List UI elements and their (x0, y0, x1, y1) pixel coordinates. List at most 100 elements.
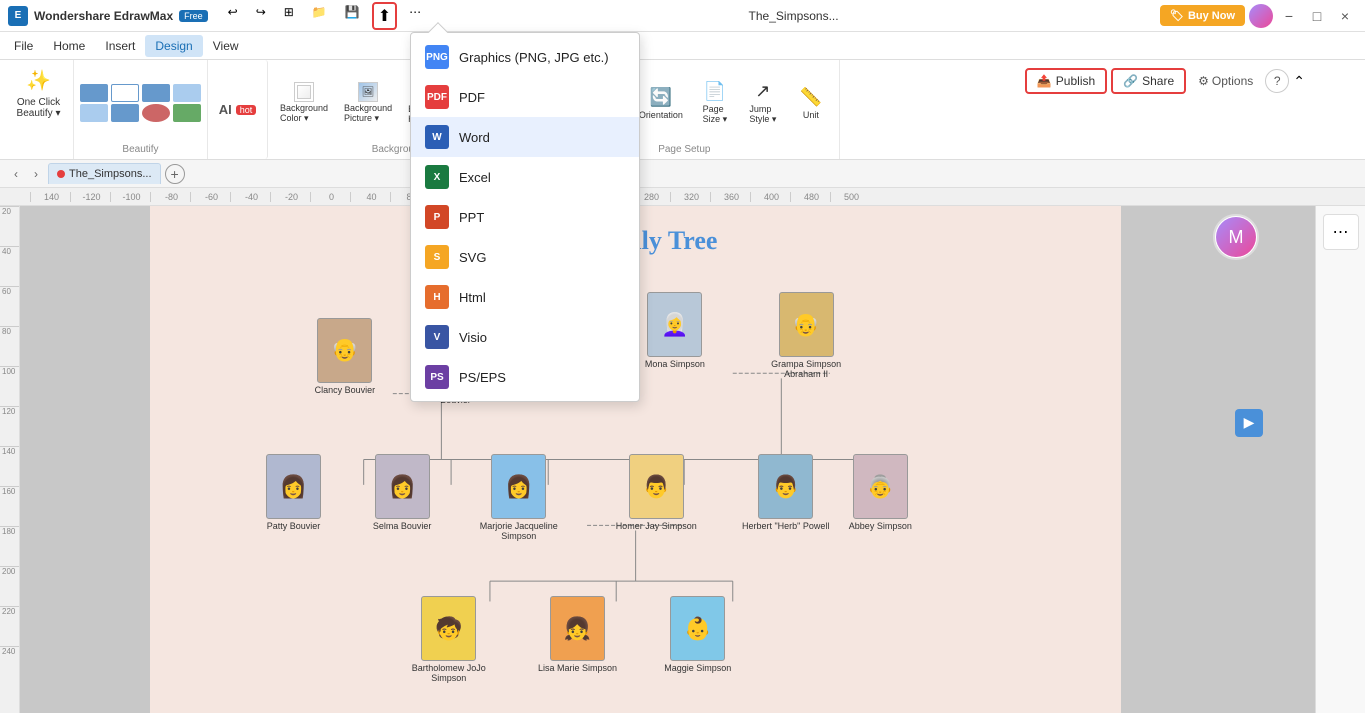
shape-preset-1[interactable] (80, 84, 108, 102)
orientation-button[interactable]: 🔄 Orientation (633, 83, 689, 124)
export-pdf-item[interactable]: PDF PDF (411, 77, 639, 117)
ai-label: AI (219, 102, 232, 117)
open-icon[interactable]: 📁 (306, 2, 333, 30)
export-icon[interactable]: ⬆ (372, 2, 397, 30)
ruler-mark: -60 (190, 192, 230, 202)
tab-simpsons[interactable]: The_Simpsons... (48, 163, 161, 184)
menu-file[interactable]: File (4, 35, 43, 57)
node-abbey[interactable]: 👵 Abbey Simpson (849, 454, 912, 531)
tab-scroll-left[interactable]: ‹ (8, 166, 24, 182)
help-button[interactable]: ? (1265, 69, 1289, 93)
node-herbert[interactable]: 👨 Herbert "Herb" Powell (742, 454, 829, 531)
ruler-mark: -80 (150, 192, 190, 202)
bg-color-label: BackgroundColor ▾ (280, 103, 328, 124)
herbert-label: Herbert "Herb" Powell (742, 521, 829, 531)
node-mona[interactable]: 👩‍🦳 Mona Simpson (645, 292, 705, 369)
minimize-button[interactable]: − (1277, 4, 1301, 28)
more-icon[interactable]: ⋯ (403, 2, 427, 30)
menu-design[interactable]: Design (145, 35, 202, 57)
shape-preset-6[interactable] (111, 104, 139, 122)
tab-label: The_Simpsons... (69, 168, 152, 180)
gear-icon: ⚙ (1198, 74, 1209, 88)
orientation-label: Orientation (639, 110, 683, 120)
jump-style-label: JumpStyle ▾ (749, 104, 776, 125)
export-ppt-item[interactable]: P PPT (411, 197, 639, 237)
close-button[interactable]: × (1333, 4, 1357, 28)
node-grampa[interactable]: 👴 Grampa SimpsonAbraham II (771, 292, 841, 379)
ruler-horizontal: 140 -120 -100 -80 -60 -40 -20 0 40 80 14… (0, 188, 1365, 206)
shape-preset-7[interactable] (142, 104, 170, 122)
pdf-label: PDF (459, 90, 485, 105)
expand-panel-button[interactable]: ▶ (1235, 409, 1263, 437)
unit-icon: 📏 (800, 87, 822, 108)
ai-button[interactable]: AI hot (208, 60, 268, 159)
bg-color-button[interactable]: BackgroundColor ▾ (274, 78, 334, 128)
export-word-item[interactable]: W Word (411, 117, 639, 157)
shape-preset-8[interactable] (173, 104, 201, 122)
export-html-item[interactable]: H Html (411, 277, 639, 317)
tab-dot (57, 170, 65, 178)
bg-picture-icon: 🖼 (358, 82, 378, 102)
mona-img: 👩‍🦳 (647, 292, 702, 357)
canvas[interactable]: ns Family Tree (20, 206, 1315, 713)
unit-button[interactable]: 📏 Unit (789, 83, 833, 124)
main-area: 20 40 60 80 100 120 140 160 180 200 220 … (0, 206, 1365, 713)
export-graphics-item[interactable]: PNG Graphics (PNG, JPG etc.) (411, 37, 639, 77)
undo-icon[interactable]: ↩ (222, 2, 244, 30)
node-marge[interactable]: 👩 Marjorie JacquelineSimpson (480, 454, 558, 541)
tab-scroll-right[interactable]: › (28, 166, 44, 182)
shape-row-1 (80, 84, 201, 102)
one-click-beautify-button[interactable]: ✨ (17, 64, 61, 97)
shape-preset-4[interactable] (173, 84, 201, 102)
word-label: Word (459, 130, 490, 145)
ruler-v-mark: 60 (0, 286, 19, 326)
add-tab-button[interactable]: + (165, 164, 185, 184)
top-actions: 📤 Publish 🔗 Share ⚙ Options ? ⌃ (1025, 68, 1305, 94)
node-selma[interactable]: 👩 Selma Bouvier (373, 454, 432, 531)
shape-preset-5[interactable] (80, 104, 108, 122)
save-icon[interactable]: 💾 (339, 2, 366, 30)
bg-color-icon (294, 82, 314, 102)
user-avatar[interactable] (1249, 4, 1273, 28)
visio-label: Visio (459, 330, 487, 345)
bg-picture-button[interactable]: 🖼 BackgroundPicture ▾ (338, 78, 398, 128)
ruler-v-mark: 240 (0, 646, 19, 686)
right-panel-btn-1[interactable]: ⋯ (1323, 214, 1359, 250)
export-visio-item[interactable]: V Visio (411, 317, 639, 357)
beautify-section: Beautify (74, 60, 208, 159)
node-clancy[interactable]: 👴 Clancy Bouvier (315, 318, 376, 395)
export-svg-item[interactable]: S SVG (411, 237, 639, 277)
node-bart[interactable]: 🧒 Bartholomew JoJoSimpson (412, 596, 486, 683)
ruler-vertical: 20 40 60 80 100 120 140 160 180 200 220 … (0, 206, 20, 713)
node-maggie[interactable]: 👶 Maggie Simpson (664, 596, 731, 673)
menu-view[interactable]: View (203, 35, 249, 57)
page-size-button[interactable]: 📄 PageSize ▾ (693, 77, 737, 129)
node-lisa[interactable]: 👧 Lisa Marie Simpson (538, 596, 617, 673)
menu-home[interactable]: Home (43, 35, 95, 57)
share-button[interactable]: 🔗 Share (1111, 68, 1186, 94)
excel-icon: X (425, 165, 449, 189)
node-homer[interactable]: 👨 Homer Jay Simpson (616, 454, 697, 531)
export-pseps-item[interactable]: PS PS/EPS (411, 357, 639, 397)
ruler-v-mark: 220 (0, 606, 19, 646)
collaborator-avatar[interactable]: M (1213, 214, 1259, 260)
ruler-mark: 400 (750, 192, 790, 202)
collapse-ribbon-button[interactable]: ⌃ (1293, 73, 1305, 90)
menu-insert[interactable]: Insert (95, 35, 145, 57)
maximize-button[interactable]: □ (1305, 4, 1329, 28)
ribbon: ✨ One ClickBeautify ▾ Beautify AI hot (0, 60, 1365, 160)
options-button[interactable]: ⚙ Options (1190, 70, 1261, 92)
export-excel-item[interactable]: X Excel (411, 157, 639, 197)
shape-preset-3[interactable] (142, 84, 170, 102)
graphics-label: Graphics (PNG, JPG etc.) (459, 50, 609, 65)
redo-icon[interactable]: ↪ (250, 2, 272, 30)
jump-style-icon: ↗ (755, 81, 770, 102)
node-patty[interactable]: 👩 Patty Bouvier (266, 454, 321, 531)
html-label: Html (459, 290, 486, 305)
shape-preset-2[interactable] (111, 84, 139, 102)
buy-now-button[interactable]: 🏷 Buy Now (1160, 5, 1245, 26)
shape-row-2 (80, 104, 201, 122)
publish-button[interactable]: 📤 Publish (1025, 68, 1107, 94)
jump-style-button[interactable]: ↗ JumpStyle ▾ (741, 77, 785, 129)
new-icon[interactable]: ⊞ (278, 2, 300, 30)
